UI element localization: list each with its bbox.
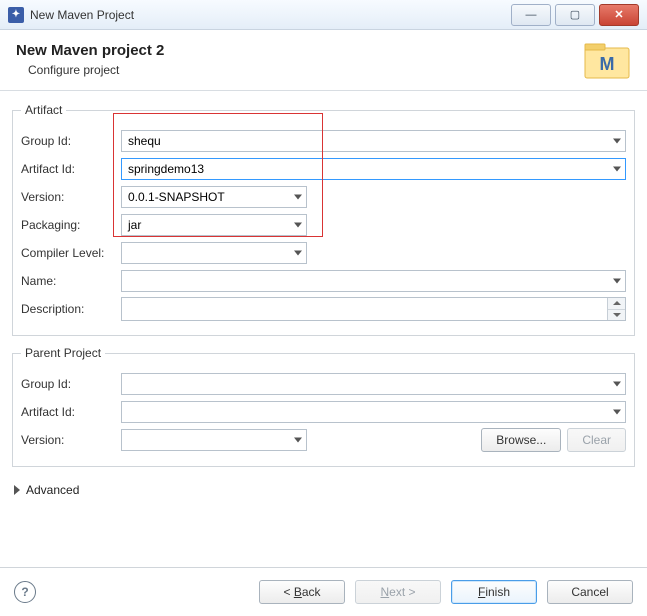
close-button[interactable]: ✕ — [599, 4, 639, 26]
advanced-label: Advanced — [26, 483, 79, 497]
page-subtitle: Configure project — [28, 63, 164, 77]
triangle-right-icon — [14, 485, 20, 495]
parent-group-id-combo[interactable] — [121, 373, 626, 395]
version-combo[interactable]: 0.0.1-SNAPSHOT — [121, 186, 307, 208]
artifact-id-value: springdemo13 — [128, 162, 204, 176]
chevron-down-icon — [613, 139, 621, 144]
chevron-down-icon — [613, 410, 621, 415]
group-id-combo[interactable]: shequ — [121, 130, 626, 152]
chevron-down-icon — [294, 195, 302, 200]
group-id-value: shequ — [128, 134, 161, 148]
chevron-down-icon — [613, 382, 621, 387]
artifact-group: Artifact Group Id: shequ Artifact Id: sp… — [12, 103, 635, 336]
finish-button[interactable]: Finish — [451, 580, 537, 604]
compiler-level-combo[interactable] — [121, 242, 307, 264]
parent-artifact-id-combo[interactable] — [121, 401, 626, 423]
packaging-combo[interactable]: jar — [121, 214, 307, 236]
version-label: Version: — [21, 190, 121, 204]
artifact-legend: Artifact — [21, 103, 66, 117]
description-label: Description: — [21, 302, 121, 316]
advanced-toggle[interactable]: Advanced — [12, 477, 635, 503]
parent-group-id-label: Group Id: — [21, 377, 121, 391]
name-combo[interactable] — [121, 270, 626, 292]
name-label: Name: — [21, 274, 121, 288]
packaging-value: jar — [128, 218, 141, 232]
version-value: 0.0.1-SNAPSHOT — [128, 190, 225, 204]
arrow-up-icon — [613, 301, 621, 305]
minimize-button[interactable]: — — [511, 4, 551, 26]
parent-version-combo[interactable] — [121, 429, 307, 451]
wizard-header: New Maven project 2 Configure project M — [0, 30, 647, 91]
maximize-button[interactable]: ▢ — [555, 4, 595, 26]
parent-legend: Parent Project — [21, 346, 105, 360]
title-bar: ✦ New Maven Project — ▢ ✕ — [0, 0, 647, 30]
window-title: New Maven Project — [30, 8, 134, 22]
compiler-level-label: Compiler Level: — [21, 246, 121, 260]
back-rest: ack — [302, 585, 321, 599]
chevron-down-icon — [294, 438, 302, 443]
chevron-down-icon — [613, 167, 621, 172]
chevron-down-icon — [294, 251, 302, 256]
parent-project-group: Parent Project Group Id: Artifact Id: Ve… — [12, 346, 635, 467]
description-text[interactable] — [121, 297, 626, 321]
svg-text:M: M — [600, 54, 615, 74]
packaging-label: Packaging: — [21, 218, 121, 232]
page-title: New Maven project 2 — [16, 42, 164, 59]
help-button[interactable]: ? — [14, 581, 36, 603]
artifact-id-label: Artifact Id: — [21, 162, 121, 176]
artifact-id-combo[interactable]: springdemo13 — [121, 158, 626, 180]
arrow-down-icon — [613, 313, 621, 317]
maven-logo-icon: M — [583, 40, 631, 80]
parent-artifact-id-label: Artifact Id: — [21, 405, 121, 419]
description-value — [122, 298, 607, 320]
parent-version-label: Version: — [21, 433, 121, 447]
cancel-button[interactable]: Cancel — [547, 580, 633, 604]
app-icon: ✦ — [8, 7, 24, 23]
next-button: Next > — [355, 580, 441, 604]
chevron-down-icon — [294, 223, 302, 228]
group-id-label: Group Id: — [21, 134, 121, 148]
wizard-footer: ? < Back Next > Finish Cancel — [0, 567, 647, 616]
clear-button[interactable]: Clear — [567, 428, 626, 452]
back-button[interactable]: < Back — [259, 580, 345, 604]
description-scroll[interactable] — [607, 298, 625, 320]
browse-button[interactable]: Browse... — [481, 428, 561, 452]
chevron-down-icon — [613, 279, 621, 284]
